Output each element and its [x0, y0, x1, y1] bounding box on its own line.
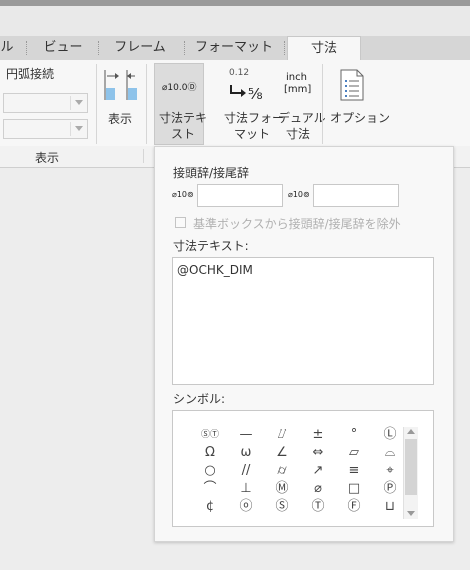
symbol-button[interactable]: Ⓣ — [303, 498, 333, 516]
symbol-button[interactable]: ▱ — [339, 444, 369, 462]
symbol-label: シンボル: — [173, 392, 226, 406]
scroll-thumb[interactable] — [405, 439, 417, 495]
chevron-down-icon — [75, 100, 83, 105]
ribbon-separator — [96, 64, 97, 144]
tab-partial[interactable]: ル — [0, 36, 14, 60]
dimension-format-label-1: 寸法フォー — [224, 111, 285, 125]
symbol-button[interactable]: ⌒ — [195, 480, 225, 498]
symbol-button[interactable]: ⌀ — [303, 480, 333, 498]
dimension-text-value: @OCHK_DIM — [177, 263, 253, 277]
dual-dimension-label-2: 寸法 — [286, 127, 311, 141]
symbol-button[interactable]: Ⓟ — [375, 480, 405, 498]
symbol-button[interactable]: ⊔ — [375, 498, 405, 516]
symbol-button[interactable]: — — [231, 426, 261, 444]
symbol-button[interactable]: ω — [231, 444, 261, 462]
group-separator — [143, 149, 144, 163]
symbol-button[interactable]: ⇔ — [303, 444, 333, 462]
tab-dimension[interactable]: 寸法 — [287, 36, 361, 62]
symbol-button[interactable]: ⓞ — [231, 498, 261, 516]
suffix-input[interactable] — [313, 184, 399, 207]
arrow-icon: ⅝ — [230, 85, 263, 102]
symbol-button[interactable]: ⌖ — [375, 462, 405, 480]
tab-format[interactable]: フォーマット — [188, 36, 280, 60]
suffix-icon: ⌀10⊚ — [288, 190, 310, 199]
symbol-button[interactable]: ↗ — [303, 462, 333, 480]
tab-view[interactable]: ビュー — [30, 36, 96, 60]
prefix-icon: ⌀10⊚ — [172, 190, 194, 199]
dimension-text-icon: ⌀10.0Ⓓ — [162, 83, 197, 93]
tab-separator — [98, 41, 99, 55]
symbol-button[interactable]: Ⓢ — [267, 498, 297, 516]
dimension-format-button[interactable]: 0.12 ⅝ 寸法フォー マット — [220, 64, 284, 144]
symbol-button[interactable]: Ω — [195, 444, 225, 462]
dimension-text-label: 寸法テキスト: — [173, 239, 249, 253]
arc-connection-label: 円弧接続 — [6, 67, 55, 81]
ribbon-separator — [146, 64, 147, 144]
ribbon-tab-bar: ル ビュー フレーム フォーマット 寸法 — [0, 36, 470, 62]
symbol-button[interactable]: ≡ — [339, 462, 369, 480]
exclude-checkbox[interactable] — [175, 217, 186, 228]
ribbon-panel: 円弧接続 表示 ⌀10.0Ⓓ 寸法テキ スト 0.12 ⅝ 寸法フォー マット … — [0, 60, 470, 147]
tab-separator — [184, 41, 185, 55]
dimension-text-dropdown: 接頭辞/接尾辞 ⌀10⊚ ⌀10⊚ 基準ボックスから接頭辞/接尾辞を除外 寸法テ… — [154, 146, 454, 542]
symbol-button[interactable]: Ⓕ — [339, 498, 369, 516]
scroll-down-icon[interactable] — [407, 511, 415, 516]
tab-separator — [284, 41, 285, 55]
symbol-button[interactable]: □ — [339, 480, 369, 498]
display-button-label: 表示 — [108, 112, 133, 126]
title-strip — [0, 0, 470, 6]
svg-text:⅝: ⅝ — [248, 85, 263, 102]
tab-separator — [26, 41, 27, 55]
symbol-button[interactable]: ⊥ — [231, 480, 261, 498]
symbol-button[interactable]: ⌰ — [267, 426, 297, 444]
symbol-button[interactable]: ± — [303, 426, 333, 444]
dual-dimension-button[interactable]: inch [mm] デュアル 寸法 — [276, 64, 326, 144]
options-label: オプション — [330, 111, 391, 125]
symbol-button[interactable]: ¢ — [195, 498, 225, 516]
group-display-label: 表示 — [35, 151, 60, 165]
symbol-button[interactable]: ⌭ — [267, 462, 297, 480]
symbol-button[interactable]: ○ — [195, 462, 225, 480]
dimension-display-icon — [104, 70, 137, 100]
symbol-palette: ⓈⓉ — ⌰ ± ° Ⓛ Ωω ∠ ⇔ ▱ ⌓ ○//⌭ ↗ ≡ ⌖ ⌒ ⊥ Ⓜ ⌀ □ Ⓟ ¢ ⓞ Ⓢ Ⓣ Ⓕ ⊔ — [172, 410, 434, 527]
dual-dimension-label-1: デュアル — [278, 111, 326, 125]
dimension-text-label-1: 寸法テキ — [159, 111, 208, 125]
symbol-button[interactable]: ∠ — [267, 444, 297, 462]
exclude-checkbox-label: 基準ボックスから接頭辞/接尾辞を除外 — [193, 217, 401, 231]
dimension-format-label-2: マット — [234, 127, 271, 141]
dual-dim-icon-bottom: [mm] — [284, 84, 312, 95]
symbol-button[interactable]: // — [231, 462, 261, 480]
combo-box-2[interactable] — [3, 119, 88, 139]
dimension-text-label-2: スト — [171, 127, 196, 141]
prefix-suffix-title: 接頭辞/接尾辞 — [173, 166, 250, 180]
chevron-down-icon — [75, 126, 83, 131]
display-button[interactable]: 表示 — [101, 64, 139, 136]
options-list-icon — [340, 69, 364, 101]
symbol-button[interactable]: ° — [339, 426, 369, 444]
prefix-input[interactable] — [197, 184, 283, 207]
ribbon-separator — [322, 64, 323, 144]
scroll-up-icon[interactable] — [407, 429, 415, 434]
symbol-button[interactable]: Ⓜ — [267, 480, 297, 498]
dual-dim-icon-top: inch — [286, 72, 307, 83]
dimension-text-button[interactable]: ⌀10.0Ⓓ 寸法テキ スト — [154, 63, 208, 145]
symbol-button[interactable]: ⓈⓉ — [195, 426, 225, 444]
tab-frame[interactable]: フレーム — [100, 36, 180, 60]
dimension-text-area[interactable]: @OCHK_DIM — [172, 257, 434, 385]
dimension-format-icon: 0.12 — [229, 68, 250, 78]
options-button[interactable]: オプション — [326, 64, 390, 144]
combo-box-1[interactable] — [3, 93, 88, 113]
symbol-button[interactable]: Ⓛ — [375, 426, 405, 444]
symbol-scrollbar[interactable] — [403, 427, 418, 519]
symbol-button[interactable]: ⌓ — [375, 444, 405, 462]
